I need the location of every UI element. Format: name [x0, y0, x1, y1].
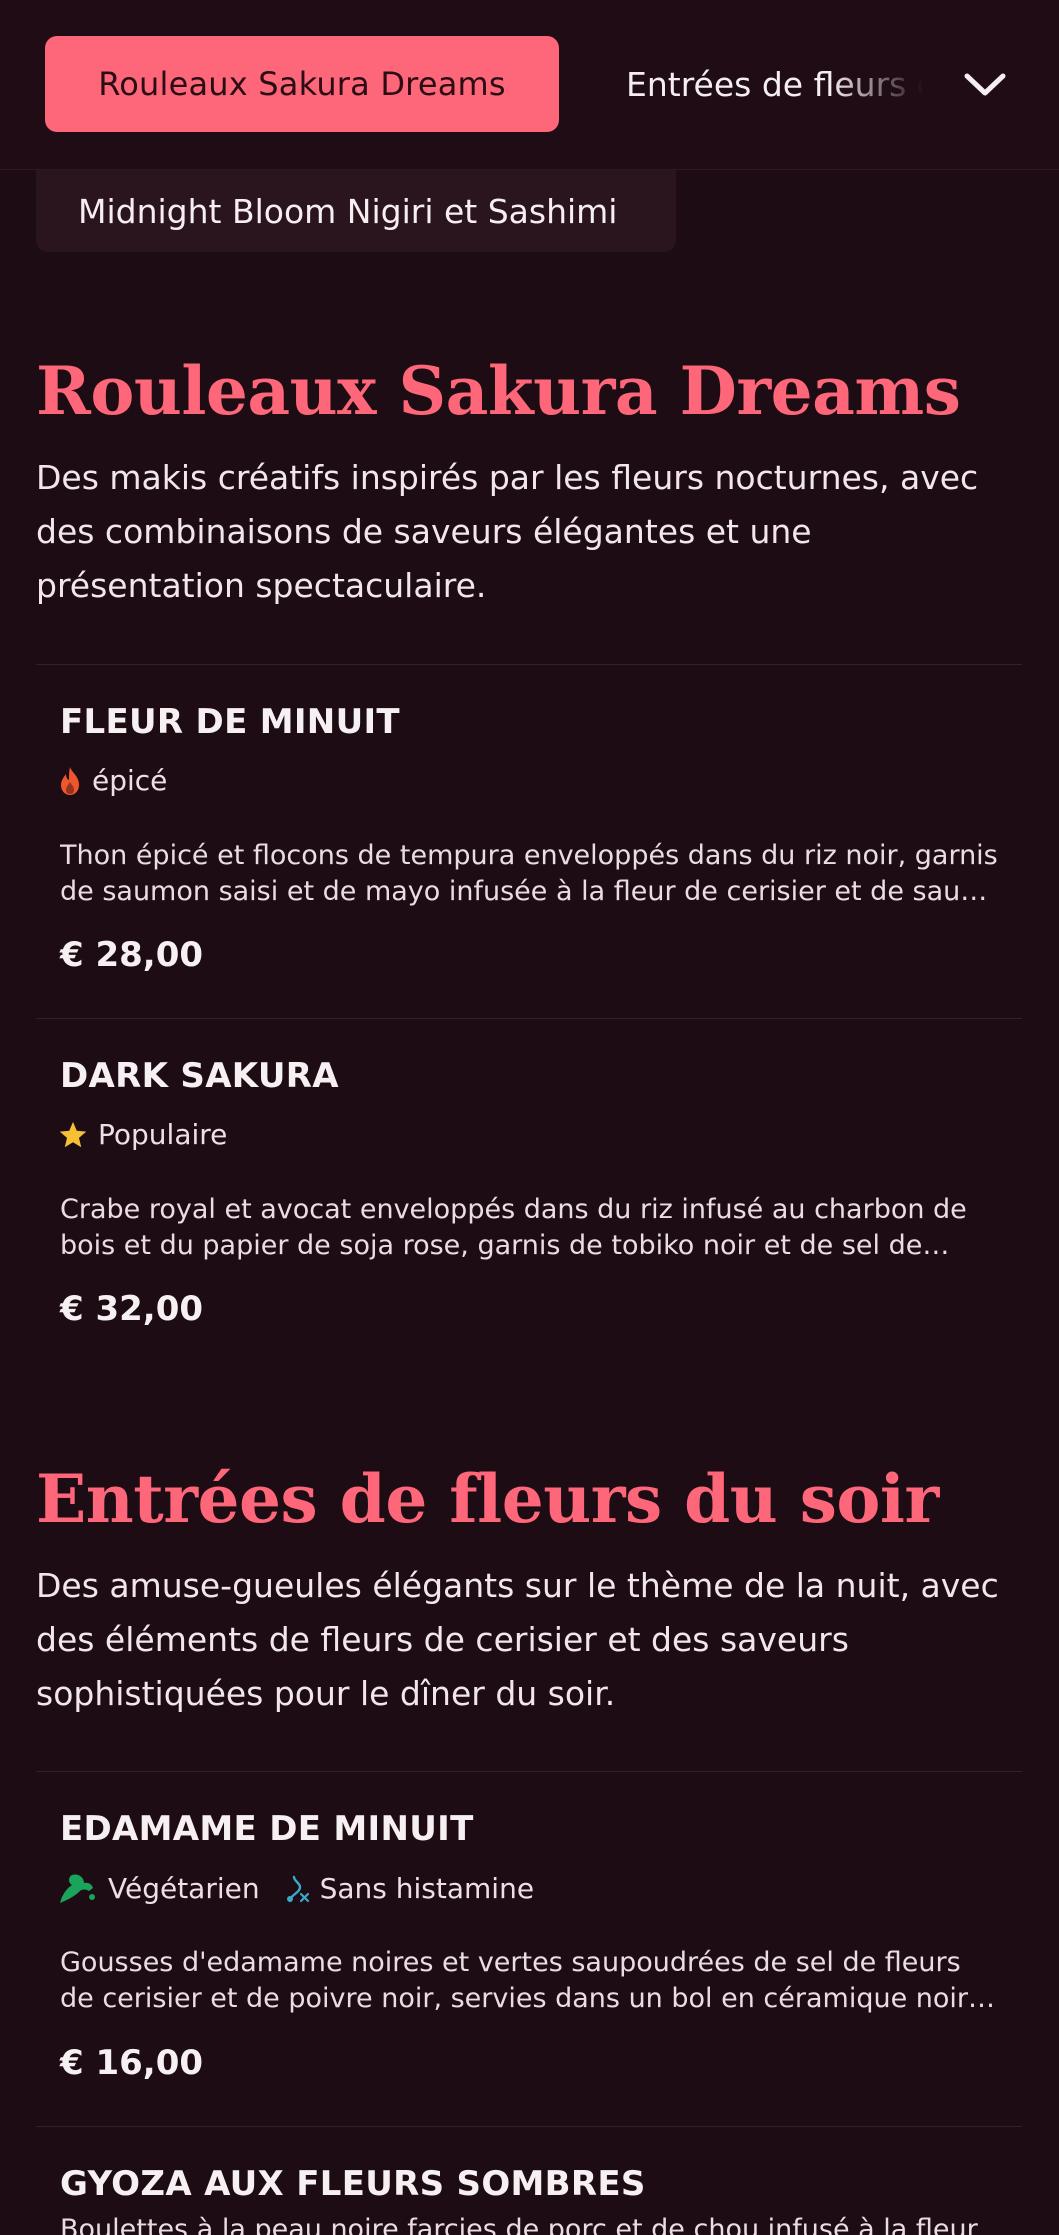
item-description: Thon épicé et flocons de tempura envelop…	[60, 838, 1000, 910]
divider	[36, 664, 1022, 665]
flame-icon	[61, 766, 79, 795]
divider	[36, 1018, 1022, 1019]
category-nav-bar: Rouleaux Sakura Dreams Entrées de fleurs…	[0, 0, 1059, 170]
item-description: Crabe royal et avocat enveloppés dans du…	[60, 1192, 1000, 1264]
divider	[36, 1771, 1022, 1772]
item-description: Gousses d'edamame noires et vertes saupo…	[60, 1945, 1000, 2017]
divider	[36, 2126, 1022, 2127]
tag-label: épicé	[92, 764, 168, 797]
section-title: Rouleaux Sakura Dreams	[36, 352, 961, 430]
histamine-free-icon	[286, 1875, 309, 1902]
star-icon	[59, 1121, 87, 1147]
item-name: FLEUR DE MINUIT	[60, 702, 400, 742]
item-price: € 16,00	[60, 2043, 204, 2083]
tag-label: Populaire	[98, 1118, 228, 1151]
tag-label: Sans histamine	[319, 1872, 535, 1905]
tag: Populaire	[58, 1118, 227, 1151]
item-description-text: Thon épicé et flocons de tempura envelop…	[60, 840, 998, 907]
item-price: € 28,00	[60, 935, 204, 975]
item-name: DARK SAKURA	[60, 1056, 339, 1096]
item-price: € 32,00	[60, 1289, 204, 1329]
categories-dropdown-button[interactable]	[940, 40, 1030, 130]
item-description-text: Crabe royal et avocat enveloppés dans du…	[60, 1194, 967, 1261]
section-description: Des makis créatifs inspirés par les fleu…	[36, 458, 979, 605]
section-title: Entrées de fleurs du soir	[36, 1460, 939, 1538]
item-description-text: Boulettes à la peau noire farcies de por…	[60, 2214, 978, 2235]
item-tags: épicé	[58, 764, 181, 797]
item-tags: Populaire	[58, 1118, 241, 1151]
item-description-text: Gousses d'edamame noires et vertes saupo…	[60, 1947, 969, 2014]
item-description: Boulettes à la peau noire farcies de por…	[60, 2212, 1000, 2235]
tag: Sans histamine	[284, 1872, 534, 1905]
section-description: Des amuse-gueules élégants sur le thème …	[36, 1566, 999, 1713]
tag-label: Végétarien	[108, 1872, 260, 1905]
tab-label: Rouleaux Sakura Dreams	[98, 65, 506, 103]
tab-rouleaux-sakura-dreams[interactable]: Rouleaux Sakura Dreams	[45, 36, 559, 132]
chevron-down-icon	[964, 73, 1006, 96]
tag: épicé	[58, 764, 167, 797]
item-name: GYOZA AUX FLEURS SOMBRES	[60, 2164, 646, 2204]
vegetarian-icon	[60, 1873, 95, 1903]
item-name: EDAMAME DE MINUIT	[60, 1809, 474, 1849]
tag: Végétarien	[58, 1872, 260, 1905]
chip-label: Midnight Bloom Nigiri et Sashimi	[78, 191, 618, 231]
item-tags: Végétarien Sans histamine	[58, 1872, 548, 1905]
